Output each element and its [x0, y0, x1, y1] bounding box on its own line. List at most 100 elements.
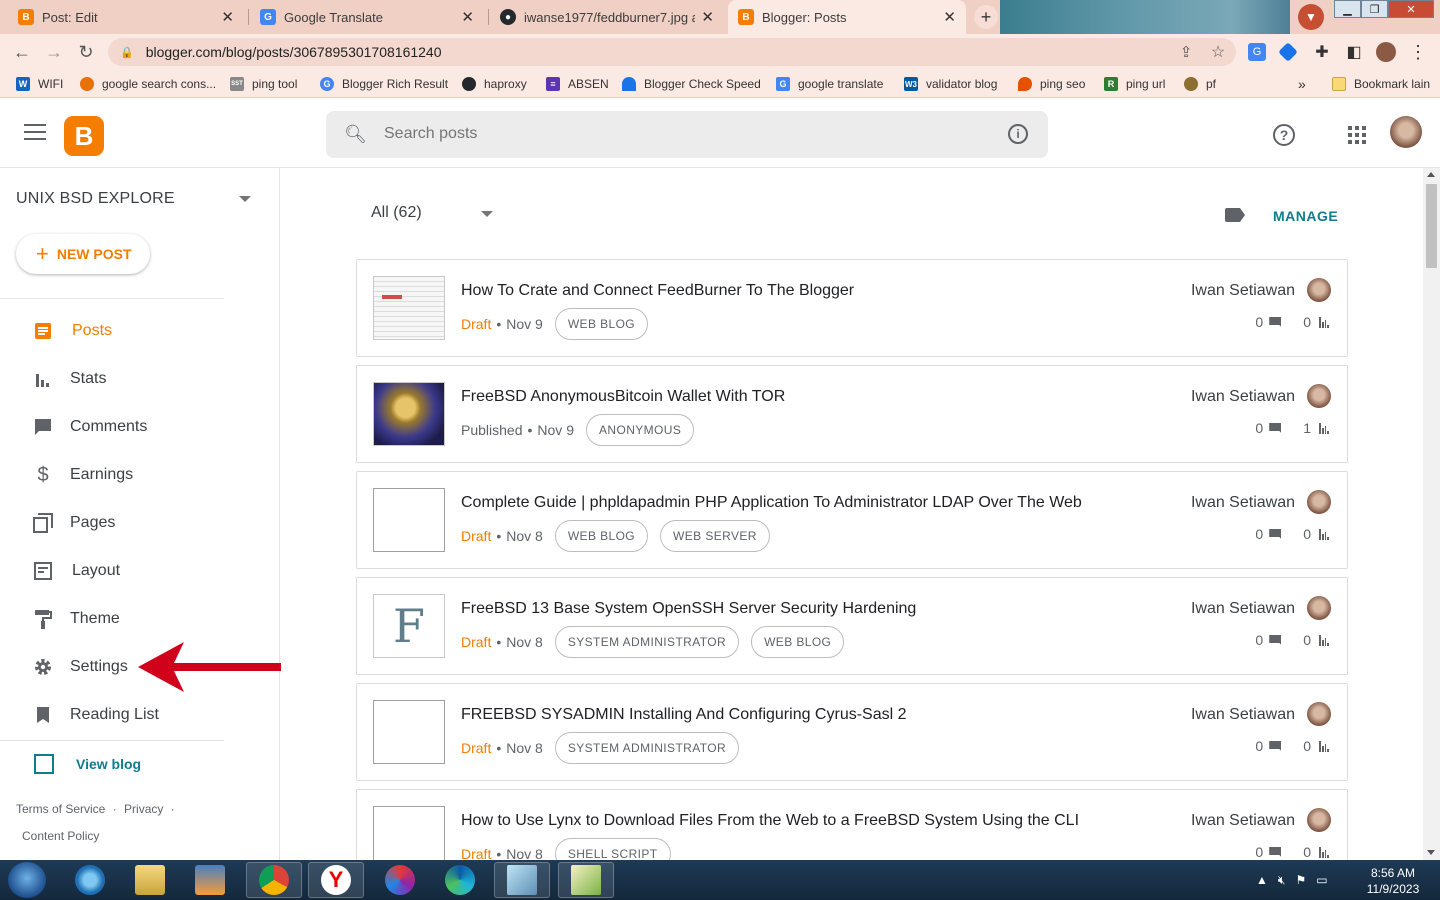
- bookmark-ping-url[interactable]: Rping url: [1104, 75, 1165, 93]
- paint-app[interactable]: [558, 862, 614, 898]
- browser-menu-icon[interactable]: ⋮: [1406, 40, 1430, 64]
- privacy-link[interactable]: Privacy: [124, 802, 163, 816]
- post-card[interactable]: How to Use Lynx to Download Files From t…: [356, 789, 1348, 860]
- bookmark-pf[interactable]: pf: [1184, 75, 1216, 93]
- bookmark-ping-tool[interactable]: SST ping tool: [230, 75, 297, 93]
- bookmark-blogger-check-speed[interactable]: Blogger Check Speed: [622, 75, 761, 93]
- share-icon[interactable]: ⇪: [1174, 40, 1198, 64]
- extensions-puzzle-icon[interactable]: ✚: [1310, 40, 1334, 64]
- forward-arrow-icon[interactable]: →: [42, 40, 66, 64]
- post-thumbnail[interactable]: F: [373, 594, 445, 658]
- side-panel-icon[interactable]: ◧: [1342, 40, 1366, 64]
- post-thumbnail[interactable]: [373, 382, 445, 446]
- bookmark-google-translate[interactable]: Ggoogle translate: [776, 75, 883, 93]
- scroll-up-arrow-icon[interactable]: [1427, 172, 1435, 177]
- bookmark-ping-seo[interactable]: ping seo: [1018, 75, 1085, 93]
- post-label-chip[interactable]: ANONYMOUS: [585, 414, 695, 446]
- help-icon[interactable]: ?: [1273, 124, 1295, 146]
- blog-selector[interactable]: UNIX BSD EXPLORE: [16, 190, 175, 208]
- translate-extension-icon[interactable]: G: [1248, 43, 1266, 61]
- info-icon[interactable]: i: [1008, 124, 1028, 144]
- manage-labels-button[interactable]: MANAGE: [1273, 208, 1338, 224]
- show-hidden-icons-icon[interactable]: ▲: [1256, 873, 1268, 887]
- search-input[interactable]: [384, 123, 984, 145]
- bookmark-absen[interactable]: ≡ ABSEN: [546, 75, 609, 93]
- post-label-chip[interactable]: WEB BLOG: [554, 308, 649, 340]
- post-card[interactable]: How To Crate and Connect FeedBurner To T…: [356, 259, 1348, 357]
- sidebar-item-comments[interactable]: Comments: [0, 405, 260, 449]
- network-icon[interactable]: ▭: [1316, 873, 1327, 887]
- profile-avatar[interactable]: [1376, 42, 1396, 62]
- view-blog-link[interactable]: View blog: [34, 754, 141, 774]
- sidebar-item-reading-list[interactable]: Reading List: [0, 693, 260, 737]
- close-tab-icon[interactable]: ✕: [943, 8, 956, 26]
- post-label-chip[interactable]: WEB SERVER: [660, 520, 770, 552]
- browser-tab-active[interactable]: B Blogger: Posts ✕: [728, 0, 966, 34]
- file-explorer-app[interactable]: [122, 862, 178, 898]
- swirl-app[interactable]: [372, 862, 428, 898]
- maximize-window-button[interactable]: ❐: [1361, 0, 1388, 18]
- browser-tab[interactable]: ● iwanse1977/feddburner7.jpg at m ✕: [490, 0, 724, 34]
- post-card[interactable]: FREEBSD SYSADMIN Installing And Configur…: [356, 683, 1348, 781]
- volume-muted-icon[interactable]: 🔇︎: [1278, 873, 1286, 888]
- document-app[interactable]: [494, 862, 550, 898]
- sidebar-item-earnings[interactable]: $ Earnings: [0, 453, 260, 497]
- extension-icon[interactable]: [1278, 42, 1298, 62]
- blogger-logo[interactable]: B: [64, 116, 104, 156]
- media-player-app[interactable]: [182, 862, 238, 898]
- browser-tab[interactable]: G Google Translate ✕: [250, 0, 484, 34]
- chevron-down-icon[interactable]: [239, 196, 251, 202]
- chevron-down-icon[interactable]: [481, 211, 493, 217]
- bookmark-blogger-rich-result[interactable]: G Blogger Rich Result: [320, 75, 448, 93]
- tab-search-chevron-icon[interactable]: ▼: [1298, 4, 1324, 30]
- browser-tab[interactable]: B Post: Edit ✕: [8, 0, 244, 34]
- close-tab-icon[interactable]: ✕: [221, 8, 234, 26]
- post-title[interactable]: How to Use Lynx to Download Files From t…: [461, 812, 1079, 830]
- search-bar[interactable]: 🔍︎ i: [326, 111, 1048, 158]
- sidebar-item-stats[interactable]: Stats: [0, 357, 260, 401]
- scrollbar-thumb[interactable]: [1426, 184, 1437, 268]
- post-title[interactable]: FreeBSD AnonymousBitcoin Wallet With TOR: [461, 388, 785, 406]
- sidebar-item-layout[interactable]: Layout: [0, 549, 260, 593]
- back-arrow-icon[interactable]: ←: [10, 40, 34, 64]
- minimize-window-button[interactable]: ▁: [1334, 0, 1361, 18]
- content-policy-link[interactable]: Content Policy: [22, 829, 99, 843]
- post-thumbnail[interactable]: [373, 276, 445, 340]
- reload-icon[interactable]: ↻: [74, 40, 98, 64]
- sidebar-item-pages[interactable]: Pages: [0, 501, 260, 545]
- post-card[interactable]: F FreeBSD 13 Base System OpenSSH Server S…: [356, 577, 1348, 675]
- close-window-button[interactable]: ✕: [1388, 0, 1434, 18]
- close-tab-icon[interactable]: ✕: [461, 8, 474, 26]
- scroll-down-arrow-icon[interactable]: [1427, 850, 1435, 855]
- windows-start-button[interactable]: [8, 862, 46, 898]
- bookmark-haproxy[interactable]: haproxy: [462, 75, 527, 93]
- edge-app[interactable]: [432, 862, 488, 898]
- address-bar[interactable]: 🔒 blogger.com/blog/posts/306789530170816…: [108, 38, 1236, 66]
- system-clock[interactable]: 8:56 AM 11/9/2023: [1358, 865, 1428, 897]
- post-label-chip[interactable]: SYSTEM ADMINISTRATOR: [554, 626, 740, 658]
- bookmark-star-icon[interactable]: ☆: [1206, 40, 1230, 64]
- post-card[interactable]: FreeBSD AnonymousBitcoin Wallet With TOR…: [356, 365, 1348, 463]
- chrome-app[interactable]: [246, 862, 302, 898]
- scrollbar[interactable]: [1423, 168, 1440, 860]
- post-title[interactable]: Complete Guide | phpldapadmin PHP Applic…: [461, 494, 1082, 512]
- post-thumbnail[interactable]: [373, 806, 445, 860]
- post-title[interactable]: How To Crate and Connect FeedBurner To T…: [461, 282, 854, 300]
- sidebar-item-posts[interactable]: Posts: [0, 309, 260, 353]
- hamburger-menu-icon[interactable]: [24, 124, 46, 142]
- post-label-chip[interactable]: SHELL SCRIPT: [554, 838, 671, 860]
- post-title[interactable]: FreeBSD 13 Base System OpenSSH Server Se…: [461, 600, 916, 618]
- flag-icon[interactable]: ⚑: [1295, 873, 1306, 887]
- new-post-button[interactable]: + NEW POST: [16, 234, 150, 274]
- close-tab-icon[interactable]: ✕: [701, 8, 714, 26]
- post-label-chip[interactable]: SYSTEM ADMINISTRATOR: [554, 732, 740, 764]
- google-apps-grid-icon[interactable]: [1348, 126, 1366, 144]
- post-label-chip[interactable]: WEB BLOG: [554, 520, 649, 552]
- account-avatar[interactable]: [1390, 116, 1422, 148]
- post-thumbnail[interactable]: [373, 488, 445, 552]
- post-label-chip[interactable]: WEB BLOG: [751, 626, 845, 658]
- label-icon[interactable]: [1225, 208, 1245, 222]
- bookmark-validator-blog[interactable]: W3 validator blog: [904, 75, 997, 93]
- other-bookmarks-folder[interactable]: Bookmark lain: [1332, 75, 1430, 93]
- bookmark-wifi[interactable]: W WIFI: [16, 75, 63, 93]
